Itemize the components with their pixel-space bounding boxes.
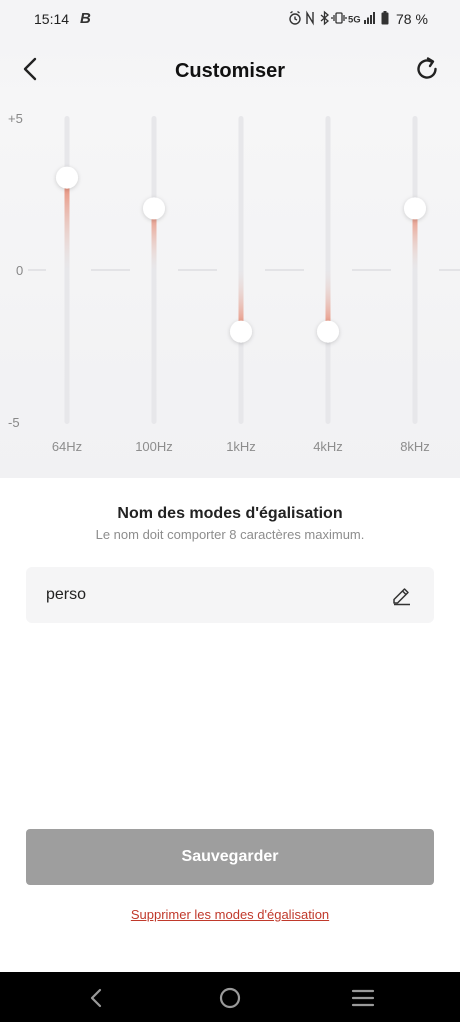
header: Customiser xyxy=(0,36,460,106)
mode-name-title: Nom des modes d'égalisation xyxy=(117,505,343,522)
nav-recents-button[interactable] xyxy=(350,985,376,1011)
back-icon xyxy=(90,988,102,1008)
eq-knob[interactable] xyxy=(143,197,165,220)
pencil-icon xyxy=(393,588,410,606)
nfc-icon xyxy=(306,10,314,26)
reset-button[interactable] xyxy=(410,52,444,86)
eq-band-1khz[interactable]: 1kHz xyxy=(226,116,256,454)
eq-band-label: 1kHz xyxy=(226,439,256,454)
5g-icon: 5G xyxy=(348,15,361,26)
home-icon xyxy=(219,987,241,1009)
battery-level: 78 % xyxy=(396,11,428,27)
eq-band-label: 4kHz xyxy=(313,439,343,454)
eq-band-8khz[interactable]: 8kHz xyxy=(400,116,430,454)
mode-name-field[interactable]: perso xyxy=(26,567,434,623)
eq-band-label: 64Hz xyxy=(52,439,82,454)
status-bar: 15:14 B 5G 78 % xyxy=(0,0,460,36)
refresh-icon xyxy=(417,57,437,79)
bluetooth-icon xyxy=(320,10,329,26)
eq-knob[interactable] xyxy=(404,197,426,220)
eq-knob[interactable] xyxy=(317,320,339,343)
eq-band-label: 100Hz xyxy=(135,439,173,454)
eq-knob[interactable] xyxy=(230,320,252,343)
eq-band-64hz[interactable]: 64Hz xyxy=(52,116,82,454)
nav-back-button[interactable] xyxy=(84,985,110,1011)
eq-band-4khz[interactable]: 4kHz xyxy=(313,116,343,454)
signal-icon xyxy=(364,12,375,24)
battery-icon xyxy=(381,11,389,25)
vibrate-icon xyxy=(331,12,347,24)
status-icons: 5G xyxy=(289,10,375,26)
page-title: Customiser xyxy=(174,60,286,82)
delete-eq-modes-link[interactable]: Supprimer les modes d'égalisation xyxy=(0,907,460,922)
edit-name-button[interactable] xyxy=(390,583,414,607)
equalizer-sliders: 64Hz 100Hz 1kHz 4kHz 8kHz xyxy=(28,116,460,454)
app-notification-glyph: B xyxy=(80,10,91,27)
eq-level-fill xyxy=(64,177,70,270)
nav-home-button[interactable] xyxy=(217,985,243,1011)
alarm-icon xyxy=(289,10,301,25)
status-time: 15:14 xyxy=(34,11,70,27)
equalizer-panel: +5 0 -5 64Hz 100Hz 1kHz 4kHz 8kHz xyxy=(0,106,460,478)
eq-band-100hz[interactable]: 100Hz xyxy=(135,116,173,454)
eq-band-label: 8kHz xyxy=(400,439,430,454)
system-nav-bar xyxy=(0,972,460,1022)
mode-name-value[interactable]: perso xyxy=(46,586,86,604)
mode-name-hint: Le nom doit comporter 8 caractères maxim… xyxy=(95,527,365,542)
recents-icon xyxy=(351,989,375,1007)
eq-knob[interactable] xyxy=(56,166,78,189)
save-button[interactable]: Sauvegarder xyxy=(26,829,434,885)
